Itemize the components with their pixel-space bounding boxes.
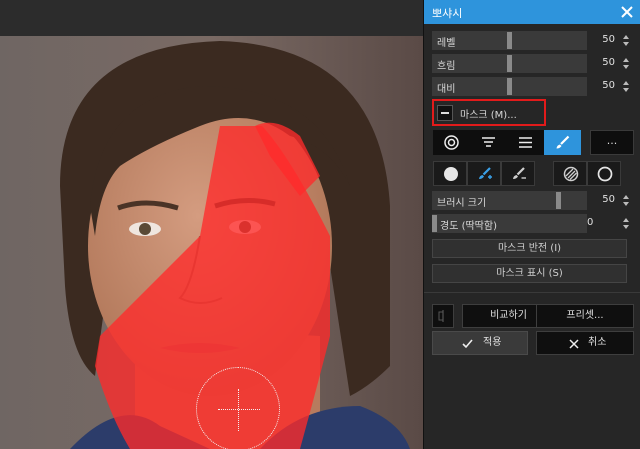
apply-button[interactable]: 적용: [432, 331, 528, 355]
slider-hardness[interactable]: 경도 (딱딱함) 0: [432, 214, 635, 233]
close-icon[interactable]: [619, 4, 635, 20]
slider-track[interactable]: 경도 (딱딱함): [432, 214, 587, 233]
slider-track[interactable]: 레벨: [432, 31, 587, 50]
brush-tool[interactable]: [544, 130, 581, 155]
split-view-icon: [438, 310, 444, 322]
panel-titlebar: 뽀샤시: [424, 0, 640, 24]
linear-gradient-tool[interactable]: [470, 130, 507, 155]
brush-add-tool[interactable]: [467, 161, 501, 186]
slider-label: 대비: [437, 84, 456, 95]
brush-mode-row: [433, 161, 634, 186]
slider-label: 경도 (딱딱함): [440, 221, 497, 232]
apply-label: 적용: [483, 337, 502, 348]
filled-circle-icon: [444, 167, 458, 181]
radial-gradient-tool[interactable]: [433, 130, 470, 155]
slider-track[interactable]: 흐림: [432, 54, 587, 73]
divider: [424, 292, 640, 293]
brush-cursor-crosshair-v: [238, 389, 239, 431]
slider-blur[interactable]: 흐림 50: [432, 54, 635, 73]
image-canvas[interactable]: [0, 0, 423, 449]
slider-thumb[interactable]: [432, 215, 437, 232]
brush-cursor: [196, 367, 280, 449]
slider-thumb[interactable]: [556, 192, 561, 209]
spinner[interactable]: [620, 77, 634, 96]
slider-track[interactable]: 브러시 크기: [432, 191, 587, 210]
check-icon: [462, 339, 473, 349]
show-mask-button[interactable]: 마스크 표시 (S): [432, 264, 627, 283]
slider-thumb[interactable]: [507, 78, 512, 95]
slider-value[interactable]: 50: [593, 80, 615, 91]
empty-circle-icon: [597, 166, 613, 182]
mask-button[interactable]: 마스크 (M)...: [432, 99, 546, 126]
clear-mask-tool[interactable]: [587, 161, 621, 186]
slider-thumb[interactable]: [507, 32, 512, 49]
panel-title: 뽀샤시: [432, 7, 463, 20]
radial-gradient-icon: [444, 135, 459, 150]
x-icon: [569, 339, 579, 349]
slider-label: 레벨: [437, 38, 456, 49]
lines-tool[interactable]: [507, 130, 544, 155]
slider-value[interactable]: 50: [593, 57, 615, 68]
slider-value[interactable]: 50: [593, 34, 615, 45]
invert-mask-button[interactable]: 마스크 반전 (I): [432, 239, 627, 258]
app-window: 뽀샤시 레벨 50 흐림 50 대비 50 마스크 (M)... ... 브러시…: [0, 0, 640, 449]
brush-cursor-crosshair-h: [218, 409, 260, 410]
slider-level[interactable]: 레벨 50: [432, 31, 635, 50]
slider-label: 흐림: [437, 61, 456, 72]
spinner[interactable]: [620, 214, 634, 233]
canvas-top-strip: [0, 0, 423, 36]
linear-gradient-icon: [482, 137, 495, 147]
mask-button-label: 마스크 (M)...: [460, 110, 517, 121]
cancel-button[interactable]: 취소: [536, 331, 634, 355]
cancel-label: 취소: [588, 337, 607, 348]
effect-panel: 뽀샤시 레벨 50 흐림 50 대비 50 마스크 (M)... ... 브러시…: [423, 0, 640, 449]
mask-tool-group: [433, 130, 581, 155]
hatch-mask-tool[interactable]: [553, 161, 587, 186]
spinner[interactable]: [620, 31, 634, 50]
slider-label: 브러시 크기: [437, 198, 487, 209]
slider-contrast[interactable]: 대비 50: [432, 77, 635, 96]
slider-track[interactable]: 대비: [432, 77, 587, 96]
slider-value[interactable]: 0: [587, 217, 609, 228]
compare-toggle[interactable]: [432, 304, 454, 328]
slider-thumb[interactable]: [507, 55, 512, 72]
brush-plus-icon: [479, 167, 492, 179]
preset-button[interactable]: 프리셋...: [536, 304, 634, 328]
fill-mask-tool[interactable]: [433, 161, 467, 186]
minus-icon: [437, 105, 453, 121]
more-button[interactable]: ...: [590, 130, 634, 155]
brush-icon: [556, 135, 570, 149]
slider-brush-size[interactable]: 브러시 크기 50: [432, 191, 635, 210]
lines-icon: [519, 137, 532, 148]
brush-minus-icon: [513, 167, 526, 179]
hatched-circle-icon: [563, 166, 579, 182]
spinner[interactable]: [620, 191, 634, 210]
spinner[interactable]: [620, 54, 634, 73]
brush-erase-tool[interactable]: [501, 161, 535, 186]
slider-value[interactable]: 50: [593, 194, 615, 205]
